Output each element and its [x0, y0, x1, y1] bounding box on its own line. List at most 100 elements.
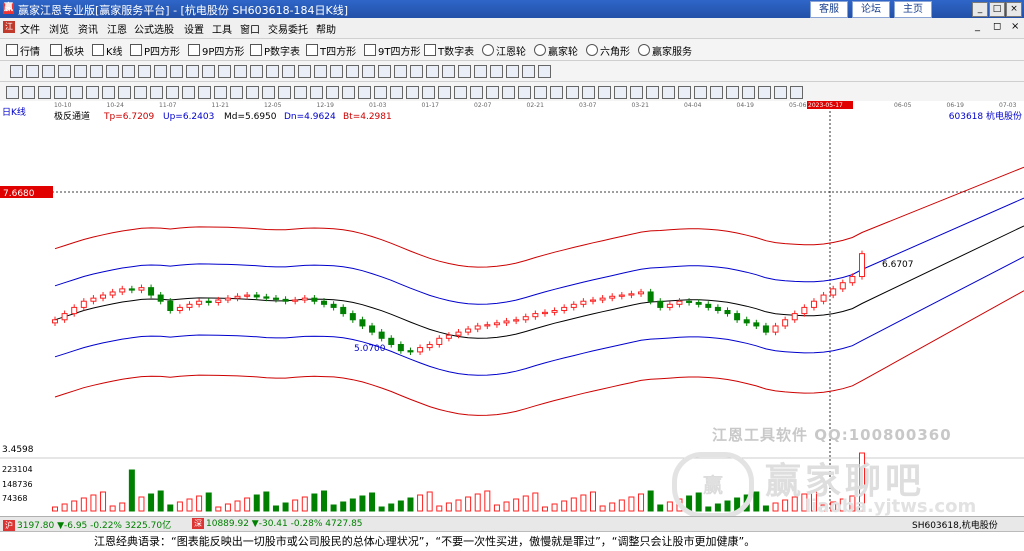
tb3-tool-icon-31[interactable]	[502, 86, 515, 99]
tb3-tool-icon-10[interactable]	[166, 86, 179, 99]
candle-body[interactable]	[109, 291, 116, 296]
tb3-tool-icon-4[interactable]	[70, 86, 83, 99]
candle-body[interactable]	[388, 337, 395, 345]
tb2-tool-icon-22[interactable]	[362, 65, 375, 78]
candle-body[interactable]	[599, 297, 606, 301]
candle-body[interactable]	[128, 288, 135, 291]
tb2-tool-icon-29[interactable]	[474, 65, 487, 78]
candle-body[interactable]	[330, 303, 337, 308]
candle-body[interactable]	[465, 328, 472, 333]
tb3-tool-icon-9[interactable]	[150, 86, 163, 99]
candle-body[interactable]	[148, 287, 155, 296]
tb3-tool-icon-12[interactable]	[198, 86, 211, 99]
candle-body[interactable]	[859, 253, 865, 278]
candle-body[interactable]	[119, 288, 126, 293]
menu-gann[interactable]: 江恩	[107, 21, 127, 36]
toolbar-hexagon-button[interactable]: 六角形	[586, 43, 630, 58]
toolbar-quotes-button[interactable]: 行情	[6, 43, 40, 58]
menu-settings[interactable]: 设置	[184, 21, 204, 36]
candle-body[interactable]	[196, 300, 203, 305]
mdi-restore-button[interactable]: ◻	[993, 21, 1001, 32]
menu-file[interactable]: 文件	[20, 21, 40, 36]
tb3-tool-icon-33[interactable]	[534, 86, 547, 99]
tb3-tool-icon-21[interactable]	[342, 86, 355, 99]
tb2-tool-icon-17[interactable]	[282, 65, 295, 78]
candle-body[interactable]	[657, 300, 664, 308]
candle-body[interactable]	[340, 306, 347, 315]
candle-body[interactable]	[503, 320, 510, 324]
link-home[interactable]: 主页	[894, 1, 932, 18]
candle-body[interactable]	[666, 303, 673, 308]
tb3-tool-icon-48[interactable]	[774, 86, 787, 99]
candle-body[interactable]	[311, 297, 318, 302]
candle-body[interactable]	[695, 301, 702, 305]
tb3-tool-icon-3[interactable]	[54, 86, 67, 99]
tb2-tool-icon-7[interactable]	[122, 65, 135, 78]
tb2-tool-icon-18[interactable]	[298, 65, 311, 78]
menu-trade[interactable]: 交易委托	[268, 21, 308, 36]
close-button[interactable]: ×	[1006, 2, 1022, 17]
candle-body[interactable]	[426, 343, 433, 349]
candle-body[interactable]	[157, 294, 164, 302]
candle-body[interactable]	[359, 319, 366, 327]
candle-body[interactable]	[436, 337, 443, 345]
mdi-close-button[interactable]: ×	[1011, 21, 1019, 32]
tb3-tool-icon-24[interactable]	[390, 86, 403, 99]
candle-body[interactable]	[522, 316, 529, 321]
tb3-tool-icon-7[interactable]	[118, 86, 131, 99]
tb2-tool-icon-1[interactable]	[26, 65, 39, 78]
tb3-tool-icon-49[interactable]	[790, 86, 803, 99]
candle-body[interactable]	[638, 291, 645, 295]
toolbar-winner-wheel-button[interactable]: 赢家轮	[534, 43, 578, 58]
candle-body[interactable]	[301, 297, 308, 301]
candle-body[interactable]	[186, 303, 193, 308]
candle-body[interactable]	[676, 300, 683, 305]
tb2-tool-icon-14[interactable]	[234, 65, 247, 78]
candle-body[interactable]	[791, 313, 798, 321]
tb3-tool-icon-27[interactable]	[438, 86, 451, 99]
menu-help[interactable]: 帮助	[316, 21, 336, 36]
candle-body[interactable]	[686, 300, 693, 303]
candle-body[interactable]	[513, 319, 520, 322]
toolbar-kline-button[interactable]: K线	[92, 43, 123, 58]
tb2-tool-icon-9[interactable]	[154, 65, 167, 78]
tb2-tool-icon-4[interactable]	[74, 65, 87, 78]
candle-body[interactable]	[484, 324, 491, 327]
candle-body[interactable]	[753, 322, 760, 327]
tb2-tool-icon-25[interactable]	[410, 65, 423, 78]
tb3-tool-icon-6[interactable]	[102, 86, 115, 99]
link-forum[interactable]: 论坛	[852, 1, 890, 18]
candle-body[interactable]	[724, 310, 731, 315]
candle-body[interactable]	[445, 334, 452, 339]
candle-body[interactable]	[570, 303, 577, 308]
tb2-tool-icon-2[interactable]	[42, 65, 55, 78]
toolbar-sector-button[interactable]: 板块	[50, 43, 84, 58]
toolbar-p-square-button[interactable]: P四方形	[130, 43, 180, 58]
tb2-tool-icon-10[interactable]	[170, 65, 183, 78]
tb3-tool-icon-46[interactable]	[742, 86, 755, 99]
tb3-tool-icon-5[interactable]	[86, 86, 99, 99]
candle-body[interactable]	[417, 347, 424, 353]
candle-body[interactable]	[407, 350, 414, 353]
candle-body[interactable]	[224, 297, 231, 301]
tb3-tool-icon-13[interactable]	[214, 86, 227, 99]
candle-body[interactable]	[820, 294, 827, 302]
candle-body[interactable]	[618, 294, 625, 297]
candle-body[interactable]	[71, 306, 78, 315]
candle-body[interactable]	[493, 322, 500, 326]
tb3-tool-icon-43[interactable]	[694, 86, 707, 99]
tb3-tool-icon-38[interactable]	[614, 86, 627, 99]
tb2-tool-icon-33[interactable]	[538, 65, 551, 78]
candle-body[interactable]	[839, 282, 846, 290]
candle-body[interactable]	[282, 298, 289, 302]
tb3-tool-icon-40[interactable]	[646, 86, 659, 99]
tb2-tool-icon-16[interactable]	[266, 65, 279, 78]
candle-body[interactable]	[772, 325, 779, 333]
candle-body[interactable]	[167, 300, 174, 312]
tb2-tool-icon-20[interactable]	[330, 65, 343, 78]
tb2-tool-icon-15[interactable]	[250, 65, 263, 78]
menu-info[interactable]: 资讯	[78, 21, 98, 36]
tb2-tool-icon-21[interactable]	[346, 65, 359, 78]
candle-body[interactable]	[580, 300, 587, 305]
candle-body[interactable]	[138, 287, 145, 291]
